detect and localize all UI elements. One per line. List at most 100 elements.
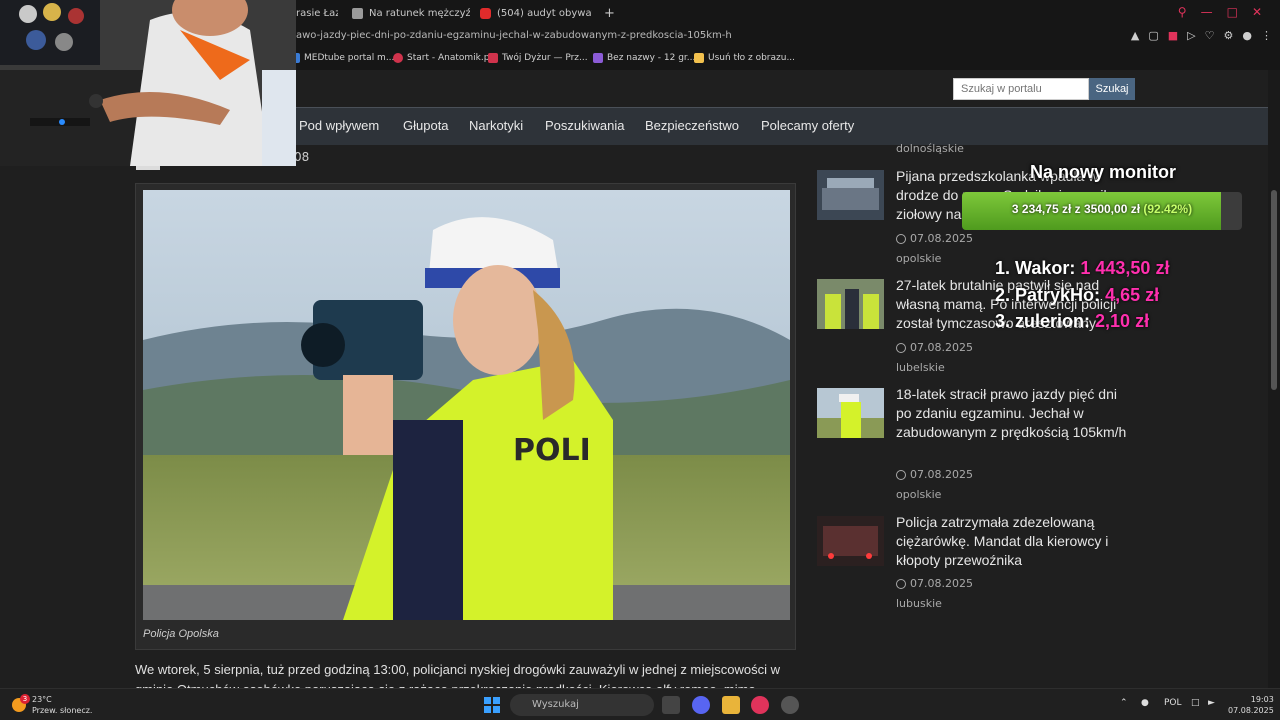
clock-icon [896, 578, 906, 589]
system-clock[interactable]: 19:03 07.08.2025 [1228, 694, 1274, 716]
bookmark-medtube[interactable]: MEDtube portal m... [290, 53, 394, 63]
bookmark-label: Twój Dyżur — Prz... [502, 53, 588, 63]
url-field[interactable]: awo-jazdy-piec-dni-po-zdaniu-egzaminu-je… [296, 30, 732, 41]
search-input[interactable] [953, 78, 1089, 100]
article-date: 07.08.2025 [896, 468, 973, 481]
browser-tab-3[interactable]: (504) audyt obywatelski [480, 4, 592, 22]
taskbar-search[interactable]: Wyszukaj [510, 694, 654, 716]
chevron-up-icon[interactable]: ⌃ [1120, 698, 1128, 708]
donation-progress-text: 3 234,75 zł z 3500,00 zł (92.42%) [962, 202, 1242, 216]
scrollbar-thumb[interactable] [1271, 190, 1277, 390]
nav-item-poszukiwania[interactable]: Poszukiwania [545, 118, 625, 133]
article-title[interactable]: Policja zatrzymała zdezelowaną ciężarówk… [896, 513, 1136, 570]
sun-icon: 3 [12, 694, 30, 712]
browser-tab-2[interactable]: Na ratunek mężczyźnie n [352, 4, 470, 22]
volume-icon[interactable]: ► [1208, 698, 1215, 708]
taskbar: 3 23°C Przew. słonecz. Wyszukaj ⌃ ● POL … [0, 688, 1280, 720]
bookmark-icon [593, 53, 603, 63]
heart-icon[interactable]: ♡ [1205, 29, 1215, 42]
article-lede: We wtorek, 5 sierpnia, tuż przed godziną… [135, 662, 780, 688]
bookmark-label: MEDtube portal m... [304, 53, 395, 63]
clock-icon [896, 233, 906, 244]
donor-amount: 2,10 zł [1095, 311, 1150, 331]
close-icon[interactable]: ✕ [1252, 5, 1262, 19]
donation-progress-bar: 3 234,75 zł z 3500,00 zł (92.42%) [962, 192, 1242, 230]
browser-tab-1[interactable]: rasie Łazie [296, 4, 338, 22]
maximize-icon[interactable]: □ [1227, 5, 1238, 19]
article-date: 07.08.2025 [896, 341, 973, 354]
article-title[interactable]: 18-latek stracił prawo jazdy pięć dni po… [896, 385, 1136, 442]
profile-icon[interactable]: ● [1242, 29, 1252, 42]
nav-item-glupota[interactable]: Głupota [403, 118, 449, 133]
donor-name: 2. PatrykHo: [995, 285, 1101, 305]
bookmark-bez-nazwy[interactable]: Bez nazwy - 12 gr... [593, 53, 695, 63]
article-figure: POLI Policja Opolska [135, 183, 796, 650]
weather-widget[interactable]: 3 23°C Przew. słonecz. [12, 694, 92, 716]
search-icon[interactable]: ⚲ [1178, 5, 1187, 19]
windows-start-icon[interactable] [484, 697, 500, 713]
extensions-icon[interactable]: ⚙ [1224, 29, 1234, 42]
article-thumbnail [817, 516, 884, 566]
window-controls: ⚲ — □ ✕ [1178, 5, 1262, 19]
task-view-icon[interactable] [662, 696, 680, 714]
weather-desc: Przew. słonecz. [32, 706, 93, 715]
article-date: 08 [294, 150, 310, 164]
top-donor-3: 3. zulerion: 2,10 zł [995, 311, 1149, 332]
search-button[interactable]: Szukaj [1089, 78, 1135, 100]
nav-item-bezpieczenstwo[interactable]: Bezpieczeństwo [645, 118, 739, 133]
article-date: 07.08.2025 [896, 232, 973, 245]
bookmark-label: Usuń tło z obrazu... [708, 53, 796, 63]
bookmark-usun-tlo[interactable]: Usuń tło z obrazu... [694, 53, 795, 63]
donor-name: 1. Wakor: [995, 258, 1076, 278]
donation-target: 3500,00 zł [1083, 202, 1141, 216]
discord-icon[interactable] [692, 696, 710, 714]
top-donor-2: 2. PatrykHo: 4,65 zł [995, 285, 1159, 306]
play-icon[interactable]: ▷ [1187, 29, 1195, 42]
tab-label: (504) audyt obywatelski [497, 7, 592, 19]
page-scrollbar[interactable] [1268, 70, 1280, 688]
donation-current: 3 234,75 zł [1011, 202, 1072, 216]
date-text: 07.08.2025 [910, 468, 973, 481]
webcam-overlay [0, 0, 296, 166]
page-icon [352, 7, 363, 19]
nav-item-pod-wplywem[interactable]: Pod wpływem [299, 118, 379, 133]
pin-icon[interactable]: ▲ [1131, 29, 1139, 42]
vest-lettering: POLI [513, 433, 591, 468]
donor-name: 3. zulerion: [995, 311, 1091, 331]
notification-badge: 3 [20, 694, 30, 704]
top-donor-1: 1. Wakor: 1 443,50 zł [995, 258, 1169, 279]
screenshot-icon[interactable]: ▢ [1148, 29, 1158, 42]
browser-toolbar: ▲ ▢ ■ ▷ ♡ ⚙ ● ⋮ [1131, 29, 1272, 42]
opera-gx-icon[interactable] [751, 696, 769, 714]
date-text: 07.08.2025 [910, 232, 973, 245]
microphone-icon[interactable]: ● [1141, 698, 1149, 708]
menu-icon[interactable]: ⋮ [1261, 29, 1272, 42]
clock-date: 07.08.2025 [1228, 706, 1274, 715]
clock-time: 19:03 [1250, 695, 1274, 704]
new-tab-button[interactable]: + [604, 4, 616, 22]
obs-icon[interactable] [781, 696, 799, 714]
taskbar-search-label: Wyszukaj [532, 699, 579, 710]
bookmark-anatomik[interactable]: Start - Anatomik.pl [393, 53, 492, 63]
article-thumbnail [817, 279, 884, 329]
sidebar-top-region: dolnośląskie [896, 142, 964, 155]
network-icon[interactable]: □ [1191, 698, 1200, 708]
weather-temp: 23°C [32, 695, 52, 704]
shield-icon[interactable]: ■ [1168, 29, 1178, 42]
tab-label: rasie Łazie [296, 7, 338, 19]
bookmark-icon [393, 53, 403, 63]
minimize-icon[interactable]: — [1201, 5, 1213, 19]
plus-icon: + [604, 5, 615, 21]
nav-item-polecamy-oferty[interactable]: Polecamy oferty [761, 118, 854, 133]
language-indicator[interactable]: POL [1164, 698, 1182, 708]
nav-item-narkotyki[interactable]: Narkotyki [469, 118, 523, 133]
file-explorer-icon[interactable] [722, 696, 740, 714]
clock-icon [896, 469, 906, 480]
site-search: Szukaj [953, 78, 1135, 100]
article-region: opolskie [896, 488, 942, 501]
youtube-icon [480, 7, 491, 19]
weather-text: 23°C Przew. słonecz. [32, 694, 92, 716]
article-region: lubuskie [896, 597, 942, 610]
bookmark-twoj-dyzur[interactable]: Twój Dyżur — Prz... [488, 53, 588, 63]
article-date: 07.08.2025 [896, 577, 973, 590]
